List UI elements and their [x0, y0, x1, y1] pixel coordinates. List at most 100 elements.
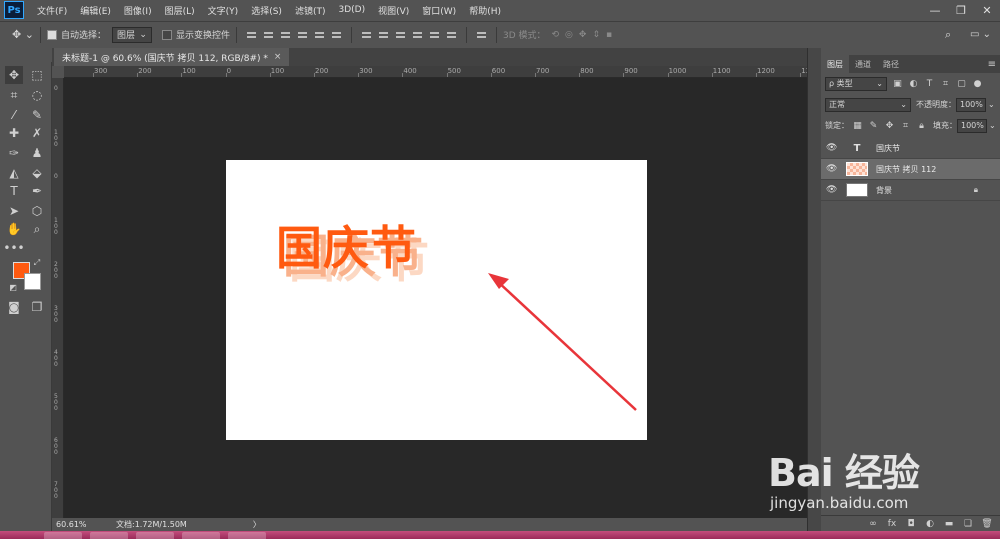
align-top-icon[interactable]: [246, 30, 256, 39]
taskbar-button[interactable]: [228, 532, 266, 539]
3d-rotate-icon[interactable]: ⟲: [552, 30, 560, 40]
menu-help[interactable]: 帮助(H): [469, 4, 501, 17]
eyedropper-tool-icon[interactable]: ✎: [28, 106, 46, 124]
taskbar-button[interactable]: [90, 532, 128, 539]
default-colors-icon[interactable]: ◩: [8, 282, 18, 292]
menu-image[interactable]: 图像(I): [124, 4, 152, 17]
filter-smart-object-icon[interactable]: ▢: [956, 78, 967, 89]
visibility-eye-icon[interactable]: 👁︎: [826, 143, 838, 153]
3d-slide-icon[interactable]: ⇕: [592, 30, 600, 40]
search-icon[interactable]: ⌕: [945, 28, 951, 42]
distribute-left-icon[interactable]: [412, 30, 422, 39]
lock-position-icon[interactable]: ✥: [884, 120, 895, 131]
chevron-down-icon[interactable]: ⌄: [989, 121, 996, 130]
lock-image-icon[interactable]: ✎: [868, 120, 879, 131]
screen-mode-icon[interactable]: ❐: [28, 298, 46, 316]
align-right-icon[interactable]: [331, 30, 341, 39]
chevron-right-icon[interactable]: 〉: [253, 519, 261, 530]
quick-mask-icon[interactable]: ◙: [5, 298, 23, 316]
blend-mode-dropdown[interactable]: 正常 ⌄: [825, 97, 911, 112]
lock-artboard-icon[interactable]: ⌗: [900, 120, 911, 131]
more-tools-icon[interactable]: •••: [3, 239, 24, 257]
chevron-down-icon[interactable]: ⌄: [988, 100, 995, 109]
layer-row-selected[interactable]: 👁︎ 国庆节 拷贝 112: [821, 159, 1000, 180]
align-bottom-icon[interactable]: [280, 30, 290, 39]
menu-select[interactable]: 选择(S): [251, 4, 282, 17]
hand-tool-icon[interactable]: ✋: [5, 220, 23, 238]
taskbar-button[interactable]: [136, 532, 174, 539]
lock-transparent-icon[interactable]: ▦: [852, 120, 863, 131]
align-left-icon[interactable]: [297, 30, 307, 39]
document-canvas[interactable]: 国庆节 国庆节 国庆节: [226, 160, 647, 440]
shape-tool-icon[interactable]: ⬡: [28, 202, 46, 220]
menu-view[interactable]: 视图(V): [378, 4, 409, 17]
tab-layers[interactable]: 图层: [821, 55, 849, 73]
lock-all-icon[interactable]: 🔒︎: [916, 120, 927, 131]
align-vcenter-icon[interactable]: [263, 30, 273, 39]
align-hcenter-icon[interactable]: [314, 30, 324, 39]
distribute-hcenter-icon[interactable]: [429, 30, 439, 39]
opacity-field[interactable]: 100%: [956, 97, 986, 112]
new-layer-icon[interactable]: ❏: [961, 519, 975, 529]
document-tab[interactable]: 未标题-1 @ 60.6% (国庆节 拷贝 112, RGB/8#) * ×: [54, 48, 290, 66]
background-color-swatch[interactable]: [24, 273, 41, 290]
menu-window[interactable]: 窗口(W): [422, 4, 456, 17]
brush-tool-icon[interactable]: ✑: [5, 144, 23, 162]
taskbar-button[interactable]: [44, 532, 82, 539]
add-mask-icon[interactable]: ◘: [904, 519, 918, 529]
menu-layer[interactable]: 图层(L): [165, 4, 195, 17]
3d-scale-icon[interactable]: ▪: [606, 30, 612, 40]
path-selection-tool-icon[interactable]: ➤: [5, 202, 23, 220]
eraser-tool-icon[interactable]: ◭: [5, 164, 23, 182]
menu-type[interactable]: 文字(Y): [208, 4, 239, 17]
filter-adjustment-icon[interactable]: ◐: [908, 78, 919, 89]
filter-pixel-icon[interactable]: ▣: [892, 78, 903, 89]
restore-button[interactable]: ❐: [948, 0, 974, 20]
swap-colors-icon[interactable]: ⤢: [32, 258, 42, 268]
distribute-bottom-icon[interactable]: [395, 30, 405, 39]
delete-layer-icon[interactable]: 🗑︎: [980, 519, 994, 529]
filter-shape-icon[interactable]: ⌗: [940, 78, 951, 89]
healing-brush-tool-icon[interactable]: ✚: [5, 124, 23, 142]
zoom-tool-icon[interactable]: ⌕: [28, 220, 46, 238]
layer-style-icon[interactable]: fx: [885, 519, 899, 529]
close-tab-icon[interactable]: ×: [274, 52, 282, 62]
visibility-eye-icon[interactable]: 👁︎: [826, 185, 838, 195]
crop-tool-icon[interactable]: ⌗: [5, 86, 23, 104]
filter-type-icon[interactable]: T: [924, 78, 935, 89]
menu-file[interactable]: 文件(F): [37, 4, 67, 17]
clone-stamp-tool-icon[interactable]: ♟: [28, 144, 46, 162]
canvas-workspace[interactable]: 国庆节 国庆节 国庆节: [64, 78, 807, 518]
link-layers-icon[interactable]: ∞: [866, 519, 880, 529]
paint-bucket-tool-icon[interactable]: ⬙: [28, 164, 46, 182]
layer-filter-dropdown[interactable]: ρ 类型 ⌄: [825, 76, 887, 91]
fill-field[interactable]: 100%: [957, 118, 987, 133]
workspace-switcher-icon[interactable]: ▭ ⌄: [970, 29, 991, 40]
new-group-icon[interactable]: ▬: [942, 519, 956, 529]
type-tool-icon[interactable]: T: [5, 182, 23, 200]
3d-roll-icon[interactable]: ◎: [565, 30, 573, 40]
move-tool-preset-icon[interactable]: ✥ ⌄: [12, 28, 34, 41]
close-button[interactable]: ✕: [974, 0, 1000, 20]
magic-wand-tool-icon[interactable]: ⁄: [5, 106, 23, 124]
taskbar-button[interactable]: [182, 532, 220, 539]
show-transform-checkbox[interactable]: [161, 29, 172, 40]
panel-menu-icon[interactable]: ≡: [988, 59, 996, 70]
pen-tool-icon[interactable]: ✒: [28, 182, 46, 200]
auto-align-icon[interactable]: [476, 30, 486, 39]
menu-edit[interactable]: 编辑(E): [80, 4, 111, 17]
menu-3d[interactable]: 3D(D): [338, 5, 365, 15]
distribute-top-icon[interactable]: [361, 30, 371, 39]
filter-toggle-icon[interactable]: ●: [972, 78, 983, 89]
tab-channels[interactable]: 通道: [849, 55, 877, 73]
tab-paths[interactable]: 路径: [877, 55, 905, 73]
distribute-vcenter-icon[interactable]: [378, 30, 388, 39]
distribute-right-icon[interactable]: [446, 30, 456, 39]
3d-pan-icon[interactable]: ✥: [579, 30, 587, 40]
minimize-button[interactable]: —: [922, 0, 948, 20]
layer-row[interactable]: 👁︎ 背景 🔒︎: [821, 180, 1000, 201]
color-sampler-tool-icon[interactable]: ✗: [28, 124, 46, 142]
adjustment-layer-icon[interactable]: ◐: [923, 519, 937, 529]
auto-select-target-dropdown[interactable]: 图层 ⌄: [111, 26, 152, 43]
auto-select-checkbox[interactable]: [46, 29, 57, 40]
